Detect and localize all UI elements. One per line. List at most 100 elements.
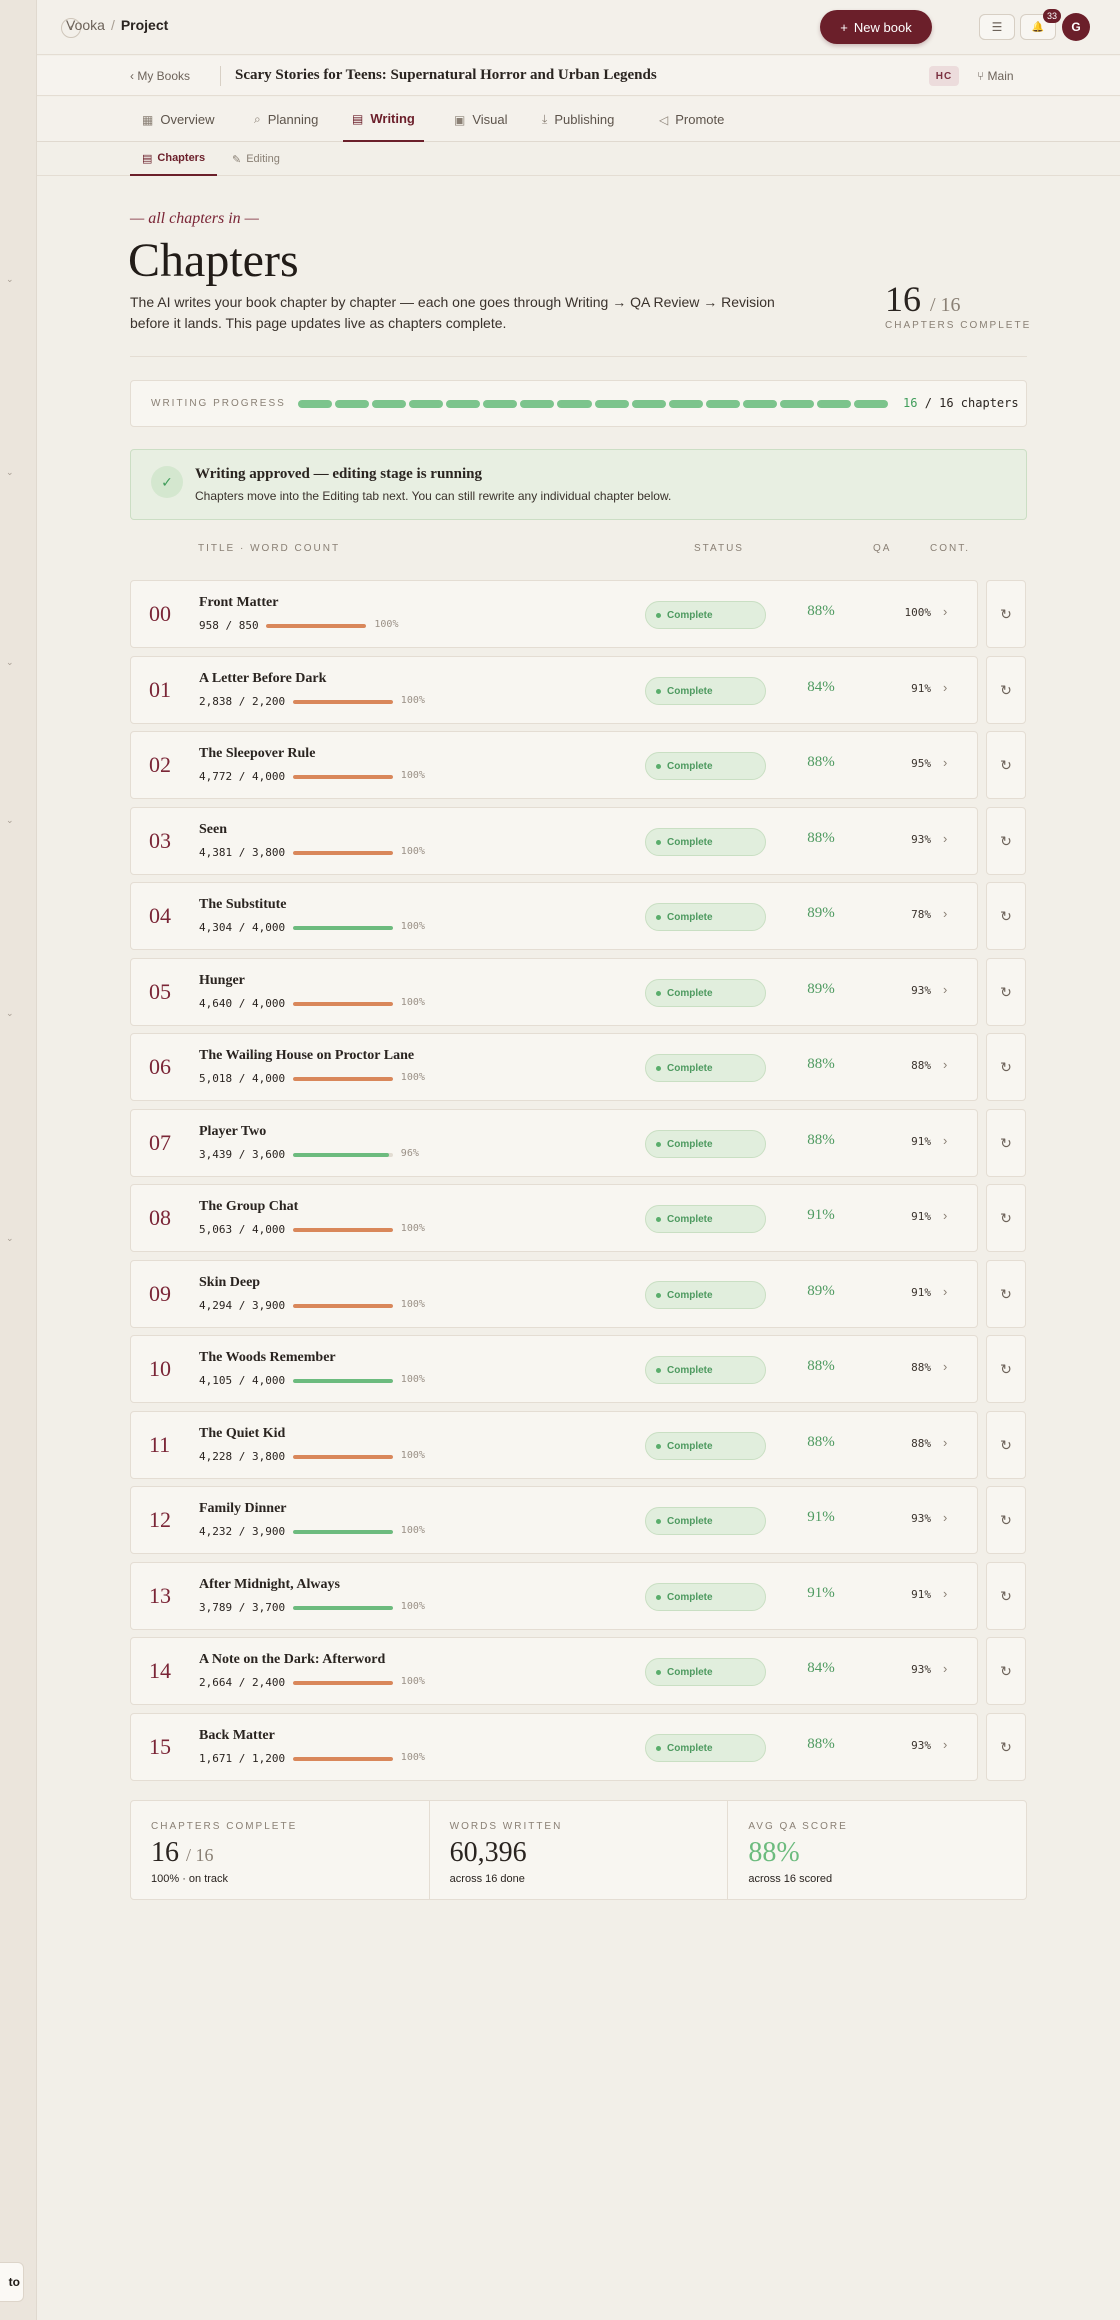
chevron-right-icon[interactable]: › bbox=[943, 1057, 947, 1072]
chapter-title[interactable]: The Group Chat bbox=[199, 1199, 298, 1215]
chapter-row[interactable]: 14 A Note on the Dark: Afterword 2,664 / 2… bbox=[130, 1637, 978, 1705]
chapter-row[interactable]: 11 The Quiet Kid 4,228 / 3,800 100% Complete… bbox=[130, 1411, 978, 1479]
my-books-link[interactable]: ‹ My Books bbox=[130, 69, 190, 83]
chapter-title[interactable]: Front Matter bbox=[199, 595, 278, 611]
rewrite-chapter-button[interactable]: ↻ bbox=[986, 882, 1026, 950]
chapters-complete-label: CHAPTERS COMPLETE bbox=[885, 320, 1032, 331]
rewrite-chapter-button[interactable]: ↻ bbox=[986, 1562, 1026, 1630]
rewrite-chapter-button[interactable]: ↻ bbox=[986, 807, 1026, 875]
qa-score: 88% bbox=[807, 1056, 835, 1072]
word-count-bar-fill bbox=[292, 775, 393, 779]
chapter-title[interactable]: Seen bbox=[199, 822, 227, 838]
rewrite-chapter-button[interactable]: ↻ bbox=[986, 1486, 1026, 1554]
chapter-row[interactable]: 05 Hunger 4,640 / 4,000 100% Complete 89% 93% › bbox=[130, 958, 978, 1026]
chapter-row[interactable]: 04 The Substitute 4,304 / 4,000 100% Complet… bbox=[130, 882, 978, 950]
chevron-down-icon[interactable]: ⌄ bbox=[6, 657, 14, 668]
chevron-right-icon[interactable]: › bbox=[943, 906, 947, 921]
chevron-right-icon[interactable]: › bbox=[943, 1133, 947, 1148]
summary-value-number: 16 bbox=[151, 1837, 179, 1868]
avatar[interactable]: G bbox=[1062, 13, 1090, 41]
chapter-title[interactable]: A Note on the Dark: Afterword bbox=[199, 1652, 385, 1668]
chapter-row[interactable]: 03 Seen 4,381 / 3,800 100% Complete 88% 93% › bbox=[130, 807, 978, 875]
chapter-row[interactable]: 07 Player Two 3,439 / 3,600 96% Complete 88% 9… bbox=[130, 1109, 978, 1177]
chevron-right-icon[interactable]: › bbox=[943, 1510, 947, 1525]
chapter-title[interactable]: Hunger bbox=[199, 973, 245, 989]
rewrite-chapter-button[interactable]: ↻ bbox=[986, 580, 1026, 648]
rewrite-chapter-button[interactable]: ↻ bbox=[986, 1184, 1026, 1252]
rewrite-chapter-button[interactable]: ↻ bbox=[986, 1033, 1026, 1101]
chevron-right-icon[interactable]: › bbox=[943, 604, 947, 619]
continuity-score: 91% bbox=[911, 1135, 931, 1148]
rewrite-chapter-button[interactable]: ↻ bbox=[986, 1411, 1026, 1479]
chapter-row[interactable]: 10 The Woods Remember 4,105 / 4,000 100% Com… bbox=[130, 1335, 978, 1403]
chevron-right-icon[interactable]: › bbox=[943, 1359, 947, 1374]
chapter-title[interactable]: The Woods Remember bbox=[199, 1350, 336, 1366]
chapter-row[interactable]: 02 The Sleepover Rule 4,772 / 4,000 100% Com… bbox=[130, 731, 978, 799]
chapter-row[interactable]: 15 Back Matter 1,671 / 1,200 100% Complete 88… bbox=[130, 1713, 978, 1781]
chevron-right-icon[interactable]: › bbox=[943, 1737, 947, 1752]
chapter-row[interactable]: 01 A Letter Before Dark 2,838 / 2,200 100% C… bbox=[130, 656, 978, 724]
list-button[interactable]: ☰ bbox=[979, 14, 1015, 40]
tab-writing[interactable]: ▤ Writing bbox=[343, 97, 424, 142]
chevron-right-icon[interactable]: › bbox=[943, 1284, 947, 1299]
chapter-row[interactable]: 09 Skin Deep 4,294 / 3,900 100% Complete 89% 9… bbox=[130, 1260, 978, 1328]
subtab-editing[interactable]: ✎ Editing bbox=[220, 142, 292, 176]
status-label: Complete bbox=[667, 1666, 713, 1678]
chevron-right-icon[interactable]: › bbox=[943, 1208, 947, 1223]
chevron-right-icon[interactable]: › bbox=[943, 680, 947, 695]
chevron-right-icon[interactable]: › bbox=[943, 1661, 947, 1676]
rewrite-chapter-button[interactable]: ↻ bbox=[986, 1109, 1026, 1177]
chapter-title[interactable]: The Sleepover Rule bbox=[199, 746, 315, 762]
rail-collapsed-pill[interactable]: to bbox=[0, 2262, 24, 2302]
branch-selector[interactable]: ⑂ Main bbox=[977, 69, 1014, 83]
chevron-right-icon[interactable]: › bbox=[943, 1586, 947, 1601]
chapter-title[interactable]: Skin Deep bbox=[199, 1275, 260, 1291]
tab-visual[interactable]: ▣ Visual bbox=[445, 97, 517, 142]
chevron-down-icon[interactable]: ⌄ bbox=[6, 1008, 14, 1019]
chevron-right-icon[interactable]: › bbox=[943, 1435, 947, 1450]
chapter-row[interactable]: 12 Family Dinner 4,232 / 3,900 100% Complete… bbox=[130, 1486, 978, 1554]
chapter-title[interactable]: Back Matter bbox=[199, 1728, 275, 1744]
chapter-title[interactable]: A Letter Before Dark bbox=[199, 671, 326, 687]
word-count: 4,228 / 3,800 bbox=[199, 1450, 286, 1463]
word-count: 4,294 / 3,900 bbox=[199, 1299, 286, 1312]
chapter-title[interactable]: The Substitute bbox=[199, 897, 287, 913]
chapter-title[interactable]: The Quiet Kid bbox=[199, 1426, 285, 1442]
chapter-title[interactable]: Family Dinner bbox=[199, 1501, 287, 1517]
rewrite-chapter-button[interactable]: ↻ bbox=[986, 731, 1026, 799]
progress-done: 16 bbox=[903, 396, 918, 410]
rewrite-chapter-button[interactable]: ↻ bbox=[986, 1335, 1026, 1403]
tab-publishing[interactable]: ⤓ Publishing bbox=[533, 97, 623, 142]
word-count-bar bbox=[292, 1757, 393, 1761]
breadcrumb-root[interactable]: Vooka bbox=[66, 17, 105, 33]
rewrite-chapter-button[interactable]: ↻ bbox=[986, 958, 1026, 1026]
chevron-right-icon[interactable]: › bbox=[943, 982, 947, 997]
chevron-down-icon[interactable]: ⌄ bbox=[6, 1233, 14, 1244]
rewrite-chapter-button[interactable]: ↻ bbox=[986, 1260, 1026, 1328]
chapter-row[interactable]: 00 Front Matter 958 / 850 100% Complete 88% 10… bbox=[130, 580, 978, 648]
subtab-chapters[interactable]: ▤ Chapters bbox=[130, 142, 218, 176]
chapter-title[interactable]: The Wailing House on Proctor Lane bbox=[199, 1048, 414, 1064]
chevron-down-icon[interactable]: ⌄ bbox=[6, 467, 14, 478]
chapter-row[interactable]: 13 After Midnight, Always 3,789 / 3,700 100… bbox=[130, 1562, 978, 1630]
chapter-row[interactable]: 06 The Wailing House on Proctor Lane 5,018… bbox=[130, 1033, 978, 1101]
chevron-down-icon[interactable]: ⌄ bbox=[6, 815, 14, 826]
rewrite-chapter-button[interactable]: ↻ bbox=[986, 1713, 1026, 1781]
tab-planning[interactable]: ⌕ Planning bbox=[245, 97, 327, 142]
tab-promote[interactable]: ◁ Promote bbox=[650, 97, 733, 142]
chapter-row[interactable]: 08 The Group Chat 5,063 / 4,000 100% Complet… bbox=[130, 1184, 978, 1252]
banner-title: Writing approved — editing stage is runn… bbox=[195, 466, 482, 482]
tab-overview[interactable]: ▦ Overview bbox=[133, 97, 224, 142]
notifications-button[interactable]: 🔔 33 bbox=[1020, 9, 1061, 40]
rewrite-chapter-button[interactable]: ↻ bbox=[986, 656, 1026, 724]
chapter-title[interactable]: Player Two bbox=[199, 1124, 266, 1140]
chapter-title[interactable]: After Midnight, Always bbox=[199, 1577, 340, 1593]
column-header-status: STATUS bbox=[694, 543, 744, 554]
rewrite-chapter-button[interactable]: ↻ bbox=[986, 1637, 1026, 1705]
chevron-right-icon[interactable]: › bbox=[943, 755, 947, 770]
chevron-down-icon[interactable]: ⌄ bbox=[6, 274, 14, 285]
new-book-button[interactable]: + New book bbox=[820, 10, 932, 44]
status-dot-icon bbox=[656, 612, 661, 618]
edition-badge[interactable]: HC bbox=[929, 66, 959, 86]
chevron-right-icon[interactable]: › bbox=[943, 831, 947, 846]
